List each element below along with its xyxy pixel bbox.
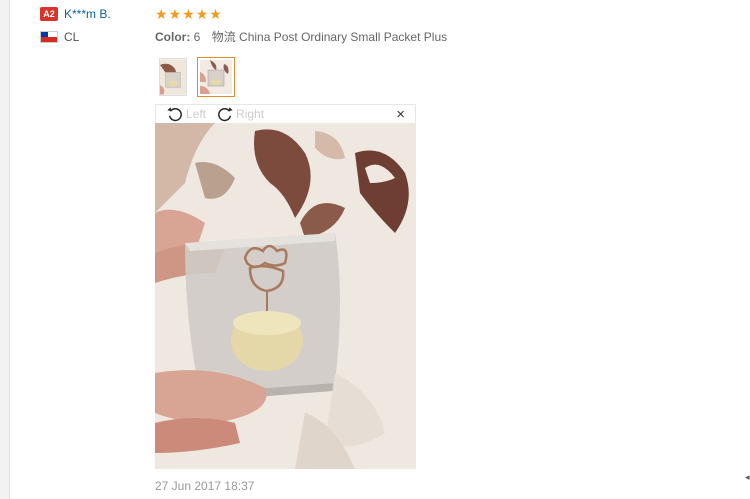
close-viewer-button[interactable]: ×: [396, 106, 405, 123]
thumbnail-image: [200, 60, 232, 94]
shipping-method: 物流 China Post Ordinary Small Packet Plus: [211, 30, 448, 44]
rotate-left-button[interactable]: Left: [166, 105, 206, 123]
star-rating: ★ ★ ★ ★ ★: [155, 6, 447, 22]
left-border: [0, 0, 10, 499]
thumbnail-image: [160, 59, 186, 95]
rotate-left-icon: [167, 107, 182, 122]
review-date: 27 Jun 2017 18:37: [155, 479, 255, 493]
scrollbar-arrow-icon[interactable]: ◂: [745, 472, 750, 492]
reviewer-info: A2 K***m B. CL: [40, 7, 111, 44]
review-details: ★ ★ ★ ★ ★ Color: 6 物流 China Post Ordinar…: [155, 6, 447, 45]
color-value: 6: [193, 30, 201, 44]
star-icon: ★: [155, 6, 168, 22]
star-icon: ★: [195, 6, 209, 22]
rotate-right-icon: [218, 107, 233, 122]
star-icon: ★: [209, 6, 222, 22]
reviewer-name[interactable]: K***m B.: [64, 7, 111, 21]
star-icon: ★: [168, 6, 182, 22]
order-info: Color: 6 物流 China Post Ordinary Small Pa…: [155, 28, 447, 45]
buyer-level-badge: A2: [40, 7, 58, 21]
rotate-right-label: Right: [236, 107, 265, 121]
viewer-toolbar: Left Right ×: [155, 104, 416, 123]
star-icon: ★: [182, 6, 195, 22]
review-thumbnail-2-selected[interactable]: [197, 57, 235, 97]
image-viewer: Left Right ×: [155, 104, 416, 469]
country-code: CL: [64, 30, 80, 44]
color-label: Color:: [155, 30, 191, 44]
review-photo: [155, 123, 416, 469]
review-thumbnail-1[interactable]: [159, 58, 187, 96]
rotate-right-button[interactable]: Right: [216, 105, 264, 123]
review-thumbnails: [159, 57, 235, 97]
country-flag-icon: [40, 31, 58, 43]
rotate-left-label: Left: [186, 107, 207, 121]
